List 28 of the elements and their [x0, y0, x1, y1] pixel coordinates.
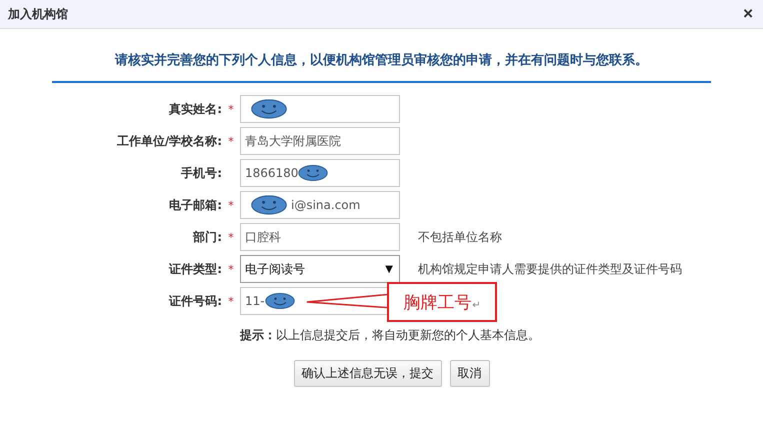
hint-text: 不包括单位名称 — [418, 228, 502, 246]
required-mark: * — [227, 262, 235, 276]
tip-text: 提示：以上信息提交后，将自动更新您的个人基本信息。 — [240, 327, 541, 344]
input-field[interactable]: 口腔科 — [240, 223, 400, 251]
field-label: 真实姓名: — [168, 100, 222, 118]
select-field[interactable]: 电子阅读号 ▼ — [240, 255, 400, 283]
input-field[interactable]: 1866180 — [240, 159, 400, 187]
field-label: 电子邮箱: — [168, 196, 222, 214]
submit-button[interactable]: 确认上述信息无误，提交 — [294, 360, 442, 387]
field-label: 部门: — [192, 228, 222, 246]
required-mark: * — [227, 102, 235, 116]
required-mark: * — [227, 294, 235, 308]
close-button[interactable]: × — [741, 5, 755, 23]
input-field[interactable]: i@sina.com — [240, 191, 400, 219]
field-label: 证件类型: — [168, 260, 222, 278]
field-label: 工作单位/学校名称: — [116, 132, 222, 150]
required-mark: * — [227, 198, 235, 212]
input-field[interactable] — [240, 95, 400, 123]
hint-text: 机构馆规定申请人需要提供的证件类型及证件号码 — [418, 260, 682, 278]
required-mark: * — [227, 230, 235, 244]
window-title: 加入机构馆 — [8, 6, 68, 22]
input-field[interactable]: 青岛大学附属医院 — [240, 127, 400, 155]
field-label: 手机号: — [180, 164, 222, 182]
field-label: 证件号码: — [168, 292, 222, 310]
required-mark: * — [227, 134, 235, 148]
intro-text: 请核实并完善您的下列个人信息，以便机构馆管理员审核您的申请，并在有问题时与您联系。 — [52, 51, 711, 83]
callout-box: 胸牌工号↵ — [387, 282, 497, 322]
cancel-button[interactable]: 取消 — [450, 360, 490, 387]
